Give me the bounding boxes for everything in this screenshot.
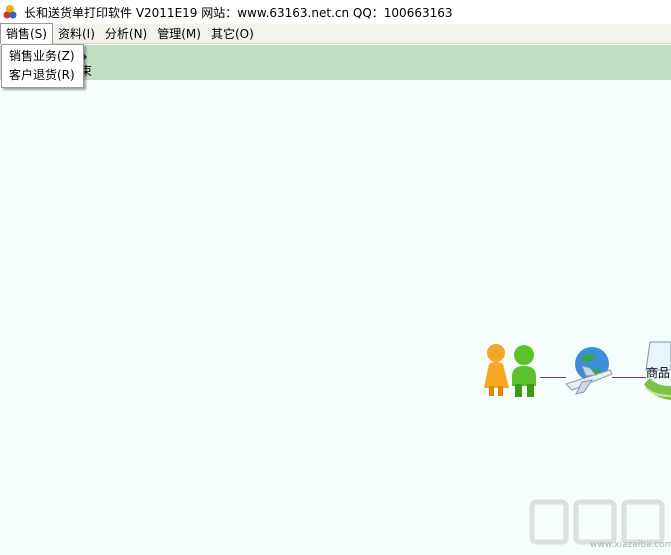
menu-bar: 销售(S) 资料(I) 分析(N) 管理(M) 其它(O) [0, 23, 671, 44]
airplane-globe-icon[interactable] [562, 344, 616, 401]
menu-sales[interactable]: 销售(S) [0, 23, 53, 44]
menu-item-sales-business[interactable]: 销售业务(Z) [2, 47, 83, 66]
sales-dropdown-menu: 销售业务(Z) 客户退货(R) [1, 44, 84, 88]
title-bar: 长和送货单打印软件 V2011E19 网站：www.63163.net.cn Q… [0, 0, 671, 24]
app-icon[interactable] [2, 4, 18, 20]
toolbar-band [0, 45, 671, 80]
window-title: 长和送货单打印软件 V2011E19 网站：www.63163.net.cn Q… [24, 5, 453, 20]
menu-analysis[interactable]: 分析(N) [100, 24, 152, 44]
watermark-url: www.xiazaiba.com [590, 540, 671, 550]
menu-manage[interactable]: 管理(M) [152, 24, 206, 44]
menu-data[interactable]: 资料(I) [53, 24, 100, 44]
customer-icon[interactable] [478, 342, 544, 403]
menu-item-customer-return[interactable]: 客户退货(R) [2, 66, 83, 85]
goods-label: 商品 [646, 366, 671, 380]
flow-connector [612, 377, 646, 378]
menu-other[interactable]: 其它(O) [206, 24, 259, 44]
